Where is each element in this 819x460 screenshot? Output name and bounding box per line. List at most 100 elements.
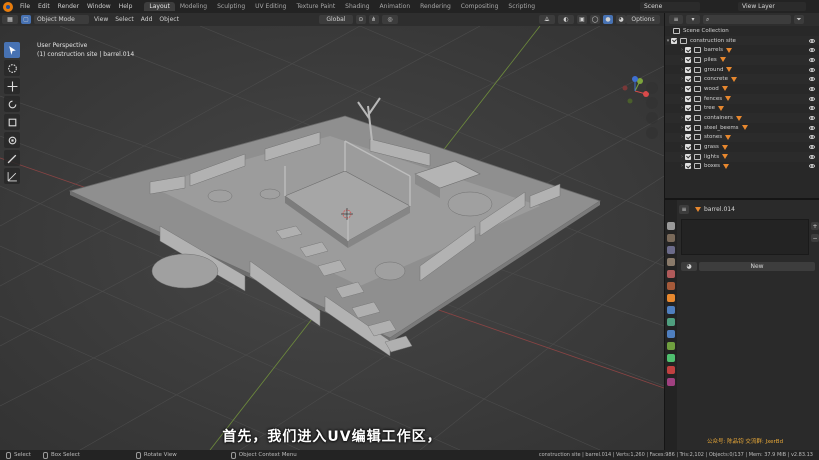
collection-checkbox-icon[interactable] <box>685 144 691 151</box>
material-tab-icon[interactable] <box>667 366 675 374</box>
move-tool-icon[interactable] <box>4 78 20 94</box>
view-menu[interactable]: View <box>92 16 110 23</box>
shading-wireframe-icon[interactable]: ◯ <box>589 15 600 24</box>
scene-selector[interactable]: Scene <box>640 2 700 11</box>
tab-rendering[interactable]: Rendering <box>415 2 456 11</box>
collection-checkbox-icon[interactable] <box>685 105 691 112</box>
menu-render[interactable]: Render <box>54 3 83 10</box>
select-box-tool-icon[interactable]: ▢ <box>21 15 31 24</box>
object-mode-dropdown[interactable]: Object Mode <box>34 15 89 24</box>
scale-tool-icon[interactable] <box>4 114 20 130</box>
modifier-tab-icon[interactable] <box>667 306 675 314</box>
camera-view-icon[interactable] <box>646 112 658 124</box>
object-tab-icon[interactable] <box>667 294 675 302</box>
gizmo-z-icon[interactable] <box>632 76 638 82</box>
outliner-item-piles[interactable]: › piles <box>665 55 819 65</box>
outliner-item-concrete[interactable]: › concrete <box>665 74 819 85</box>
scene-tab-icon[interactable] <box>667 270 675 278</box>
gizmo-visibility-icon[interactable]: ⟁ <box>538 15 555 24</box>
transform-tool-icon[interactable] <box>4 132 20 148</box>
visibility-eye-icon[interactable] <box>809 96 815 101</box>
visibility-eye-icon[interactable] <box>809 106 815 111</box>
browse-material-icon[interactable]: ◕ <box>681 262 697 271</box>
outliner-item-fences[interactable]: › fences <box>665 93 819 104</box>
root-collection-row[interactable]: ▾ construction site <box>665 35 819 46</box>
collection-checkbox-icon[interactable] <box>685 66 691 73</box>
visibility-eye-icon[interactable] <box>809 145 815 150</box>
xray-icon[interactable]: ▣ <box>576 15 587 24</box>
blender-logo-icon[interactable] <box>3 1 13 12</box>
pan-view-icon[interactable] <box>646 97 658 109</box>
render-tab-icon[interactable] <box>667 234 675 242</box>
particles-tab-icon[interactable] <box>667 318 675 326</box>
measure-tool-icon[interactable] <box>4 168 20 184</box>
outliner-filter-icon[interactable]: ▾ <box>686 15 700 24</box>
ortho-toggle-icon[interactable] <box>646 127 658 139</box>
view-layer-tab-icon[interactable] <box>667 258 675 266</box>
visibility-eye-icon[interactable] <box>809 77 815 82</box>
collection-checkbox-icon[interactable] <box>685 134 691 141</box>
add-slot-icon[interactable]: + <box>811 222 819 230</box>
visibility-eye-icon[interactable] <box>809 38 815 43</box>
outliner-item-ground[interactable]: › ground <box>665 65 819 75</box>
visibility-eye-icon[interactable] <box>809 57 815 62</box>
visibility-eye-icon[interactable] <box>809 154 815 159</box>
outliner-funnel-icon[interactable]: ⏷ <box>794 15 804 24</box>
rotate-tool-icon[interactable] <box>4 96 20 112</box>
outliner-item-tree[interactable]: › tree <box>665 104 819 114</box>
outliner-item-grass[interactable]: › grass <box>665 142 819 152</box>
new-material-button[interactable]: New <box>699 262 815 271</box>
outliner-search-input[interactable]: ⌕ <box>703 15 791 24</box>
visibility-eye-icon[interactable] <box>809 125 815 130</box>
collection-checkbox-icon[interactable] <box>685 95 691 102</box>
texture-tab-icon[interactable] <box>667 378 675 386</box>
menu-window[interactable]: Window <box>83 3 115 10</box>
shading-solid-icon[interactable]: ● <box>602 15 613 24</box>
tool-tab-icon[interactable] <box>667 222 675 230</box>
collection-checkbox-icon[interactable] <box>685 153 691 160</box>
transform-orientation-dropdown[interactable]: Global <box>318 15 353 24</box>
world-tab-icon[interactable] <box>667 282 675 290</box>
zoom-view-icon[interactable] <box>646 82 658 94</box>
menu-edit[interactable]: Edit <box>34 3 54 10</box>
collection-checkbox-icon[interactable] <box>685 56 691 63</box>
tab-modeling[interactable]: Modeling <box>175 2 212 11</box>
physics-tab-icon[interactable] <box>667 330 675 338</box>
collection-checkbox-icon[interactable] <box>685 76 691 83</box>
select-menu[interactable]: Select <box>113 16 136 23</box>
menu-help[interactable]: Help <box>115 3 137 10</box>
tab-scripting[interactable]: Scripting <box>503 2 540 11</box>
editor-type-button[interactable]: ▦ <box>2 15 18 24</box>
overlays-icon[interactable]: ◐ <box>557 15 574 24</box>
tab-compositing[interactable]: Compositing <box>456 2 504 11</box>
outliner-item-containers[interactable]: › containers <box>665 113 819 123</box>
shading-material-icon[interactable]: ◕ <box>615 15 626 24</box>
visibility-eye-icon[interactable] <box>809 164 815 169</box>
collection-checkbox-icon[interactable] <box>685 47 691 54</box>
cursor-tool-icon[interactable] <box>4 60 20 76</box>
outliner-item-barrels[interactable]: › barrels <box>665 45 819 55</box>
pivot-icon[interactable]: ⊙ <box>355 15 366 24</box>
3d-viewport[interactable]: User Perspective (1) construction site |… <box>0 26 664 450</box>
outliner-item-wood[interactable]: › wood <box>665 84 819 94</box>
collection-checkbox-icon[interactable] <box>685 163 691 170</box>
remove-slot-icon[interactable]: − <box>811 234 819 242</box>
output-tab-icon[interactable] <box>667 246 675 254</box>
properties-editor-icon[interactable]: ≡ <box>679 204 689 214</box>
collection-checkbox-icon[interactable] <box>671 37 677 44</box>
material-slot-list[interactable] <box>681 219 809 255</box>
visibility-eye-icon[interactable] <box>809 48 815 53</box>
tab-texture-paint[interactable]: Texture Paint <box>291 2 340 11</box>
visibility-eye-icon[interactable] <box>809 86 815 91</box>
visibility-eye-icon[interactable] <box>809 135 815 140</box>
outliner-item-stones[interactable]: › stones <box>665 132 819 143</box>
outliner-item-boxes[interactable]: › boxes <box>665 162 819 172</box>
tab-uv-editing[interactable]: UV Editing <box>250 2 291 11</box>
menu-file[interactable]: File <box>16 3 34 10</box>
select-tool-icon[interactable] <box>4 42 20 58</box>
annotate-tool-icon[interactable] <box>4 150 20 166</box>
tab-shading[interactable]: Shading <box>340 2 374 11</box>
options-dropdown[interactable]: Options <box>626 15 660 24</box>
collection-checkbox-icon[interactable] <box>685 85 691 92</box>
visibility-eye-icon[interactable] <box>809 116 815 121</box>
